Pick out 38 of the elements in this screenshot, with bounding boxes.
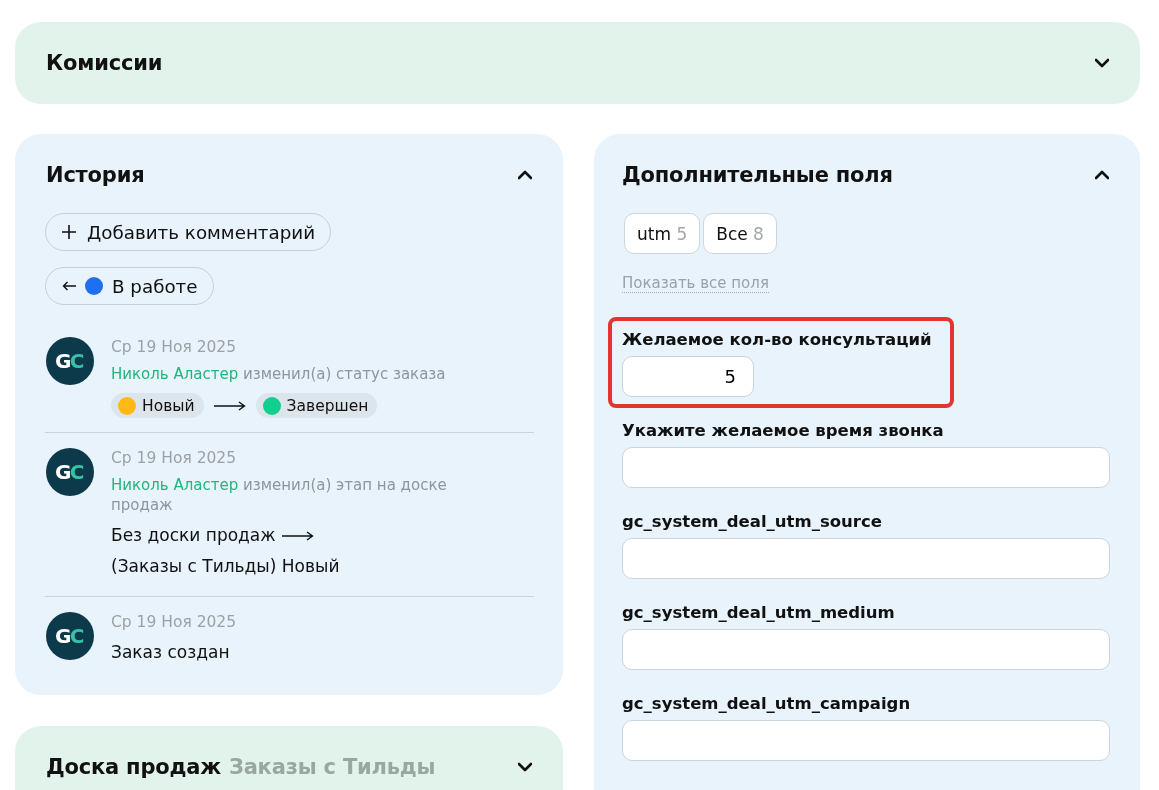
input-field[interactable] bbox=[622, 720, 1110, 761]
status-label: Новый bbox=[142, 396, 195, 415]
avatar: GC bbox=[46, 448, 94, 496]
avatar: GC bbox=[46, 337, 94, 385]
panel-title: Комиссии bbox=[46, 50, 163, 77]
entry-date: Ср 19 Ноя 2025 bbox=[111, 448, 237, 468]
board-name: Заказы с Тильды bbox=[228, 754, 436, 781]
long-arrow-icon bbox=[213, 400, 246, 411]
history-action: Николь Аластер изменил(а) статус заказа bbox=[111, 364, 446, 384]
plus-icon bbox=[62, 225, 76, 239]
input-field[interactable] bbox=[622, 447, 1110, 488]
field-label: Желаемое кол-во консультаций bbox=[622, 329, 932, 351]
input-field[interactable]: 5 bbox=[622, 356, 754, 397]
panel-title: Доска продаж bbox=[46, 754, 221, 781]
avatar: GC bbox=[46, 612, 94, 660]
entry-text: Заказ создан bbox=[111, 641, 230, 664]
filter-tab[interactable]: Все 8 bbox=[703, 213, 777, 254]
panel-title: История bbox=[46, 162, 145, 189]
filter-tab[interactable]: utm 5 bbox=[624, 213, 701, 254]
field-label: gc_system_deal_utm_source bbox=[622, 511, 883, 533]
input-field[interactable] bbox=[622, 629, 1110, 670]
panel-title: Дополнительные поля bbox=[622, 162, 893, 189]
long-arrow-icon bbox=[281, 530, 314, 541]
input-field[interactable] bbox=[622, 538, 1110, 579]
chevron-up-icon[interactable] bbox=[518, 170, 532, 180]
field-label: gc_system_deal_utm_campaign bbox=[622, 693, 912, 715]
field-label: Укажите желаемое время звонка bbox=[622, 420, 945, 442]
stage-to: (Заказы с Тильды) Новый bbox=[111, 555, 340, 578]
chevron-down-icon[interactable] bbox=[518, 762, 532, 772]
history-action: Николь Аластер изменил(а) этап на доске продаж bbox=[111, 475, 448, 515]
left-arrow-icon bbox=[62, 281, 76, 291]
field-label: gc_system_deal_utm_medium bbox=[622, 602, 896, 624]
chevron-up-icon[interactable] bbox=[1095, 170, 1109, 180]
entry-date: Ср 19 Ноя 2025 bbox=[111, 337, 237, 357]
entry-date: Ср 19 Ноя 2025 bbox=[111, 612, 237, 632]
chevron-down-icon[interactable] bbox=[1095, 58, 1109, 68]
status-label: Завершен bbox=[286, 396, 369, 415]
stage-from: Без доски продаж bbox=[111, 524, 276, 547]
